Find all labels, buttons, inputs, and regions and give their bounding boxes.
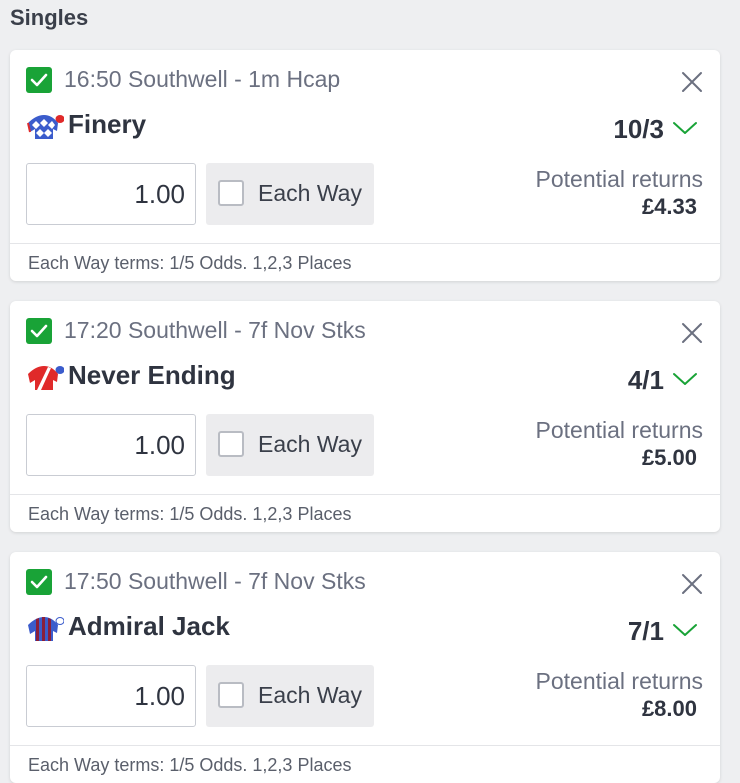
bet-card: 17:20 Southwell - 7f Nov Stks Never Endi…	[10, 301, 720, 532]
silks-red-white-sash-icon	[28, 366, 64, 390]
close-icon[interactable]	[680, 321, 704, 345]
potential-returns-label: Potential returns	[535, 668, 703, 694]
chevron-down-icon[interactable]	[672, 120, 698, 136]
odds-value[interactable]: 4/1	[628, 365, 664, 396]
stake-input[interactable]	[26, 414, 196, 476]
each-way-checkbox[interactable]	[218, 431, 244, 457]
section-title: Singles	[10, 5, 89, 30]
divider	[10, 243, 720, 244]
checkmark-icon	[30, 575, 48, 589]
each-way-toggle[interactable]: Each Way	[206, 665, 374, 727]
close-icon[interactable]	[680, 572, 704, 596]
potential-returns-value: £4.33	[641, 194, 697, 219]
odds-value[interactable]: 10/3	[613, 114, 664, 145]
checkmark-icon	[30, 324, 48, 338]
each-way-label: Each Way	[258, 431, 362, 457]
checkmark-icon	[30, 73, 48, 87]
stake-input[interactable]	[26, 163, 196, 225]
race-name: 17:50 Southwell - 7f Nov Stks	[64, 568, 366, 594]
bet-card: 16:50 Southwell - 1m Hcap Finery 10/3 Ea…	[10, 50, 720, 281]
each-way-terms: Each Way terms: 1/5 Odds. 1,2,3 Places	[28, 755, 352, 775]
each-way-label: Each Way	[258, 682, 362, 708]
silks-blue-white-diamonds-icon	[27, 115, 64, 139]
potential-returns-value: £8.00	[641, 696, 697, 721]
each-way-label: Each Way	[258, 180, 362, 206]
each-way-toggle[interactable]: Each Way	[206, 414, 374, 476]
potential-returns-label: Potential returns	[535, 417, 703, 443]
divider	[10, 494, 720, 495]
divider	[10, 745, 720, 746]
runner-name: Never Ending	[68, 360, 236, 390]
race-name: 17:20 Southwell - 7f Nov Stks	[64, 317, 366, 343]
bet-card: 17:50 Southwell - 7f Nov Stks Admiral Ja…	[10, 552, 720, 783]
odds-value[interactable]: 7/1	[628, 616, 664, 647]
selected-checkbox[interactable]	[26, 67, 52, 93]
each-way-checkbox[interactable]	[218, 180, 244, 206]
potential-returns-label: Potential returns	[535, 166, 703, 192]
each-way-toggle[interactable]: Each Way	[206, 163, 374, 225]
chevron-down-icon[interactable]	[672, 371, 698, 387]
silks-blue-maroon-stripes-icon	[28, 617, 64, 641]
each-way-checkbox[interactable]	[218, 682, 244, 708]
each-way-terms: Each Way terms: 1/5 Odds. 1,2,3 Places	[28, 253, 352, 273]
race-name: 16:50 Southwell - 1m Hcap	[64, 66, 341, 92]
chevron-down-icon[interactable]	[672, 622, 698, 638]
selected-checkbox[interactable]	[26, 569, 52, 595]
potential-returns-value: £5.00	[641, 445, 697, 470]
selected-checkbox[interactable]	[26, 318, 52, 344]
each-way-terms: Each Way terms: 1/5 Odds. 1,2,3 Places	[28, 504, 352, 524]
runner-name: Admiral Jack	[68, 611, 230, 641]
runner-name: Finery	[68, 109, 147, 139]
stake-input[interactable]	[26, 665, 196, 727]
close-icon[interactable]	[680, 70, 704, 94]
